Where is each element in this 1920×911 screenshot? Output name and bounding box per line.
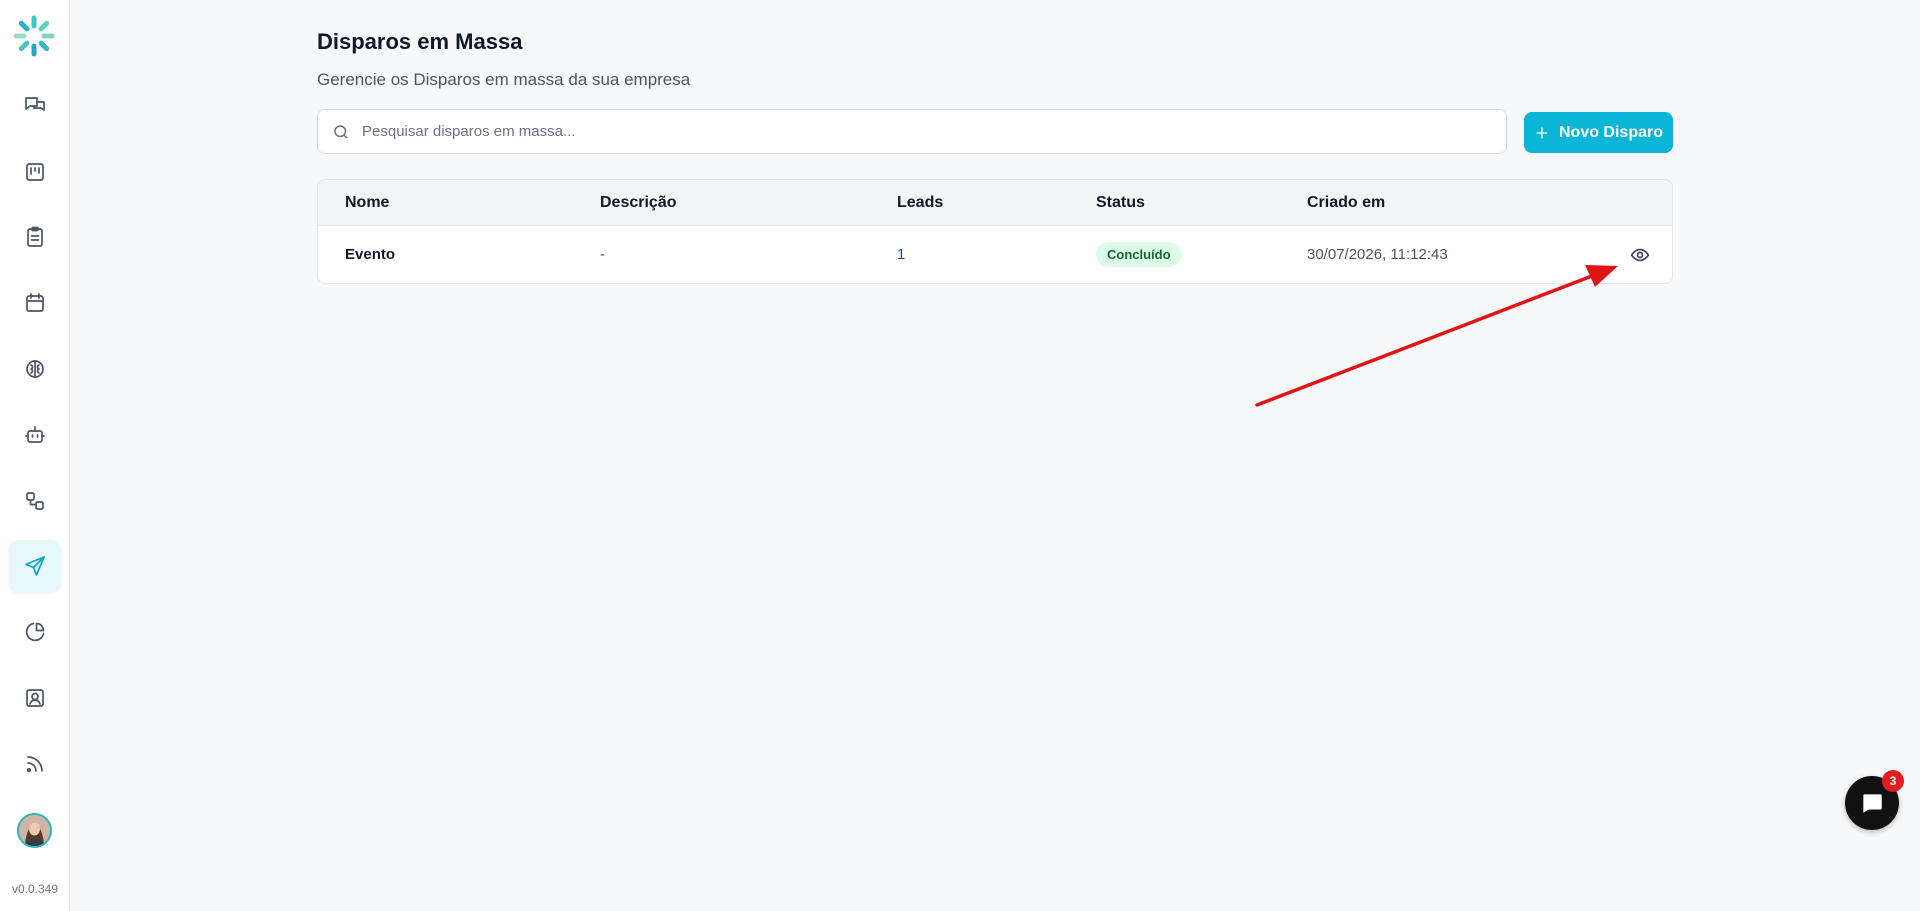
- new-mass-send-button[interactable]: Novo Disparo: [1524, 112, 1673, 153]
- column-header-criado-em[interactable]: Criado em: [1307, 194, 1385, 212]
- sidebar-item-feeds[interactable]: [9, 738, 61, 790]
- kanban-icon: [26, 163, 44, 181]
- column-header-nome[interactable]: Nome: [345, 194, 389, 212]
- sidebar-item-kanban[interactable]: [9, 146, 61, 198]
- bot-icon: [25, 426, 45, 443]
- user-avatar[interactable]: [17, 813, 52, 848]
- cell-nome: Evento: [345, 246, 396, 263]
- send-icon: [25, 556, 45, 576]
- pie-chart-icon: [25, 622, 45, 642]
- search-icon: [334, 125, 348, 139]
- avatar-image: [19, 815, 50, 846]
- cell-descricao: -: [600, 246, 605, 263]
- eye-icon: [1630, 248, 1650, 262]
- table-row[interactable]: Evento - 1 Concluído 30/07/2026, 11:12:4…: [318, 226, 1672, 283]
- mass-send-table: Nome Descrição Leads Status Criado em Ev…: [317, 179, 1673, 284]
- app-version: v0.0.349: [11, 882, 59, 896]
- cell-leads: 1: [897, 246, 906, 263]
- chat-bubble-icon: [1863, 794, 1882, 813]
- sidebar-item-tasks[interactable]: [9, 211, 61, 263]
- column-header-status[interactable]: Status: [1096, 194, 1145, 212]
- contact-icon: [26, 689, 44, 707]
- sidebar-item-reports[interactable]: [9, 606, 61, 658]
- column-header-leads[interactable]: Leads: [897, 194, 943, 212]
- search-input[interactable]: [362, 110, 1492, 153]
- chat-icon: [25, 97, 45, 111]
- sidebar: v0.0.349: [0, 0, 70, 911]
- plus-icon: [1536, 127, 1548, 138]
- status-badge: Concluído: [1096, 242, 1182, 267]
- rss-icon: [26, 756, 43, 773]
- page-title: Disparos em Massa: [317, 29, 523, 54]
- sidebar-item-bots[interactable]: [9, 409, 61, 461]
- sidebar-item-ai[interactable]: [9, 343, 61, 395]
- sidebar-item-workflows[interactable]: [9, 475, 61, 527]
- chat-notification-badge: 3: [1882, 770, 1904, 792]
- search-bar: [317, 109, 1507, 154]
- view-details-button[interactable]: [1628, 243, 1652, 267]
- logo-icon: [13, 15, 55, 57]
- clipboard-icon: [27, 226, 43, 247]
- table-header: Nome Descrição Leads Status Criado em: [318, 180, 1672, 226]
- sidebar-item-calendar[interactable]: [9, 277, 61, 329]
- sidebar-item-mass-send[interactable]: [9, 540, 61, 592]
- sidebar-item-contacts[interactable]: [9, 672, 61, 724]
- sidebar-item-chats[interactable]: [9, 80, 61, 132]
- workflow-icon: [26, 492, 44, 510]
- page-subtitle: Gerencie os Disparos em massa da sua emp…: [317, 70, 691, 89]
- calendar-icon: [26, 293, 44, 312]
- brain-icon: [26, 360, 44, 378]
- column-header-descricao[interactable]: Descrição: [600, 194, 677, 212]
- new-mass-send-label: Novo Disparo: [1558, 123, 1663, 141]
- cell-criado-em: 30/07/2026, 11:12:43: [1307, 246, 1448, 263]
- app-logo[interactable]: [11, 13, 57, 59]
